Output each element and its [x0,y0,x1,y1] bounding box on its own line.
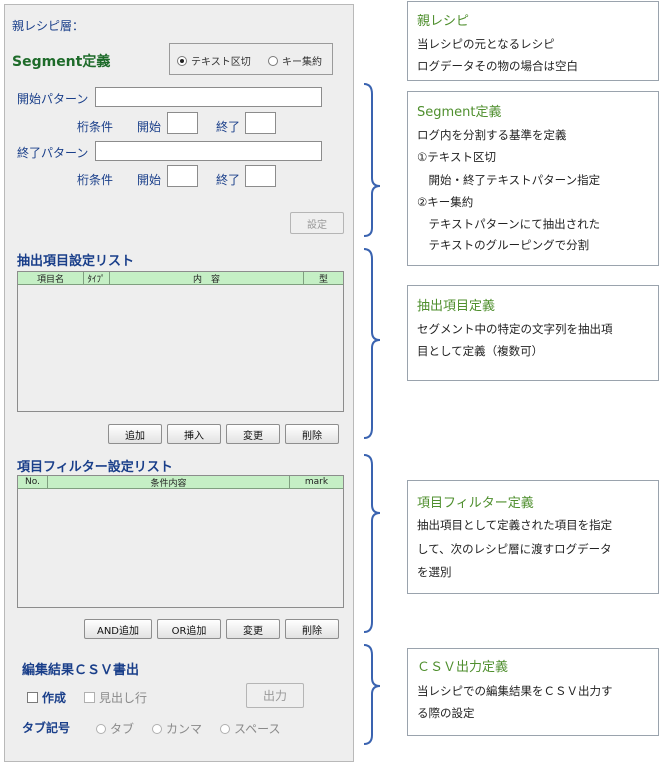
note-line: 当レシピの元となるレシピ [417,37,555,51]
note-line: を選別 [417,565,452,579]
note-title: 項目フィルター定義 [417,496,534,511]
end-finish-input[interactable] [245,165,276,187]
column-header[interactable]: No. [18,476,48,489]
segment-title: Segment定義 [12,54,111,70]
parent-recipe-label: 親レシピ層： [12,19,85,33]
start-finish-input[interactable] [245,112,276,134]
radio-key-aggregate-label: キー集約 [282,57,322,68]
note-line: ②キー集約 [417,195,474,209]
note-filter: 項目フィルター定義 抽出項目として定義された項目を指定 して、次のレシピ層に渡す… [407,480,659,594]
column-header[interactable]: 内 容 [110,272,304,285]
end-pattern-label: 終了パターン [17,146,89,160]
note-title: ＣＳＶ出力定義 [417,660,509,675]
note-line: して、次のレシピ層に渡すログデータ [417,542,612,556]
note-line: テキストパターンにて抽出された [417,217,601,231]
csv-title: 編集結果ＣＳＶ書出 [22,663,140,678]
note-line: る際の設定 [417,706,475,720]
radio-text-split-label: テキスト区切 [191,57,251,68]
note-segment: Segment定義 ログ内を分割する基準を定義 ①テキスト区切 開始・終了テキス… [407,91,659,266]
csv-create-label: 作成 [42,691,67,705]
csv-header-row-label: 見出し行 [99,691,148,705]
extract-change-button[interactable]: 変更 [226,424,280,444]
filter-delete-button[interactable]: 削除 [285,619,339,639]
note-line: 抽出項目として定義された項目を指定 [417,518,613,532]
filter-list-title: 項目フィルター設定リスト [17,460,173,475]
csv-create-checkbox[interactable]: 作成 [27,689,66,706]
extract-table-header: 項目名 ﾀｲﾌﾟ 内 容 型 [18,272,343,285]
column-header[interactable]: mark [290,476,343,489]
note-parent-recipe: 親レシピ 当レシピの元となるレシピ ログデータその物の場合は空白 [407,1,659,81]
filter-and-add-button[interactable]: AND追加 [84,619,152,639]
tab-symbol-label: タブ記号 [22,721,71,735]
csv-create-checkbox-box[interactable] [27,692,38,703]
filter-or-add-button[interactable]: OR追加 [157,619,221,639]
radio-space-indicator[interactable] [220,723,230,734]
column-header[interactable]: 条件内容 [48,476,290,489]
segment-bracket [363,83,381,237]
radio-tab-label: タブ [110,722,135,736]
column-header[interactable]: 型 [304,272,343,285]
extract-add-button[interactable]: 追加 [108,424,162,444]
note-title: 親レシピ [417,14,470,29]
extract-insert-button[interactable]: 挿入 [167,424,221,444]
column-header[interactable]: ﾀｲﾌﾟ [84,272,110,285]
csv-header-row-checkbox[interactable]: 見出し行 [84,689,147,706]
note-title: Segment定義 [417,105,502,120]
csv-bracket [363,644,381,745]
radio-text-split[interactable]: テキスト区切 [177,53,251,68]
note-line: ログ内を分割する基準を定義 [417,128,567,142]
annotation-brackets [363,83,381,745]
csv-output-button[interactable]: 出力 [246,683,304,708]
radio-tab-indicator[interactable] [96,723,106,734]
start-begin-input[interactable] [167,112,198,134]
note-line: セグメント中の特定の文字列を抽出項 [417,322,613,336]
radio-comma-label: カンマ [166,722,203,736]
segment-set-button[interactable]: 設定 [290,212,344,234]
filter-list-table[interactable]: No. 条件内容 mark [17,475,344,608]
start-finish-label: 終了 [216,120,241,134]
csv-header-row-checkbox-box[interactable] [84,692,95,703]
note-line: ①テキスト区切 [417,150,496,164]
radio-tab[interactable]: タブ [96,720,134,737]
radio-key-aggregate[interactable]: キー集約 [268,53,322,68]
radio-comma[interactable]: カンマ [152,720,202,737]
start-pattern-label: 開始パターン [17,92,89,106]
column-header[interactable]: 項目名 [18,272,84,285]
radio-comma-indicator[interactable] [152,723,162,734]
end-begin-input[interactable] [167,165,198,187]
note-csv: ＣＳＶ出力定義 当レシピでの編集結果をＣＳＶ出力す る際の設定 [407,648,659,736]
extract-bracket [363,248,381,439]
note-extract: 抽出項目定義 セグメント中の特定の文字列を抽出項 目として定義（複数可） [407,285,659,381]
note-line: ログデータその物の場合は空白 [417,59,578,73]
end-begin-label: 開始 [137,173,162,187]
start-digit-label: 桁条件 [77,120,114,134]
start-begin-label: 開始 [137,120,162,134]
note-title: 抽出項目定義 [417,299,496,314]
extract-delete-button[interactable]: 削除 [285,424,339,444]
end-finish-label: 終了 [216,173,241,187]
end-pattern-input[interactable] [95,141,322,161]
extract-list-table[interactable]: 項目名 ﾀｲﾌﾟ 内 容 型 [17,271,344,412]
note-line: 目として定義（複数可） [417,344,544,358]
note-line: 当レシピでの編集結果をＣＳＶ出力す [417,684,613,698]
radio-space-label: スペース [234,722,281,736]
radio-text-split-indicator[interactable] [177,55,187,66]
note-line: テキストのグルーピングで分割 [417,238,590,252]
radio-space[interactable]: スペース [220,720,281,737]
note-line: 開始・終了テキストパターン指定 [417,173,601,187]
filter-bracket [363,454,381,633]
radio-key-aggregate-indicator[interactable] [268,55,278,66]
end-digit-label: 桁条件 [77,173,114,187]
filter-change-button[interactable]: 変更 [226,619,280,639]
start-pattern-input[interactable] [95,87,322,107]
extract-list-title: 抽出項目設定リスト [17,254,135,269]
filter-table-header: No. 条件内容 mark [18,476,343,489]
